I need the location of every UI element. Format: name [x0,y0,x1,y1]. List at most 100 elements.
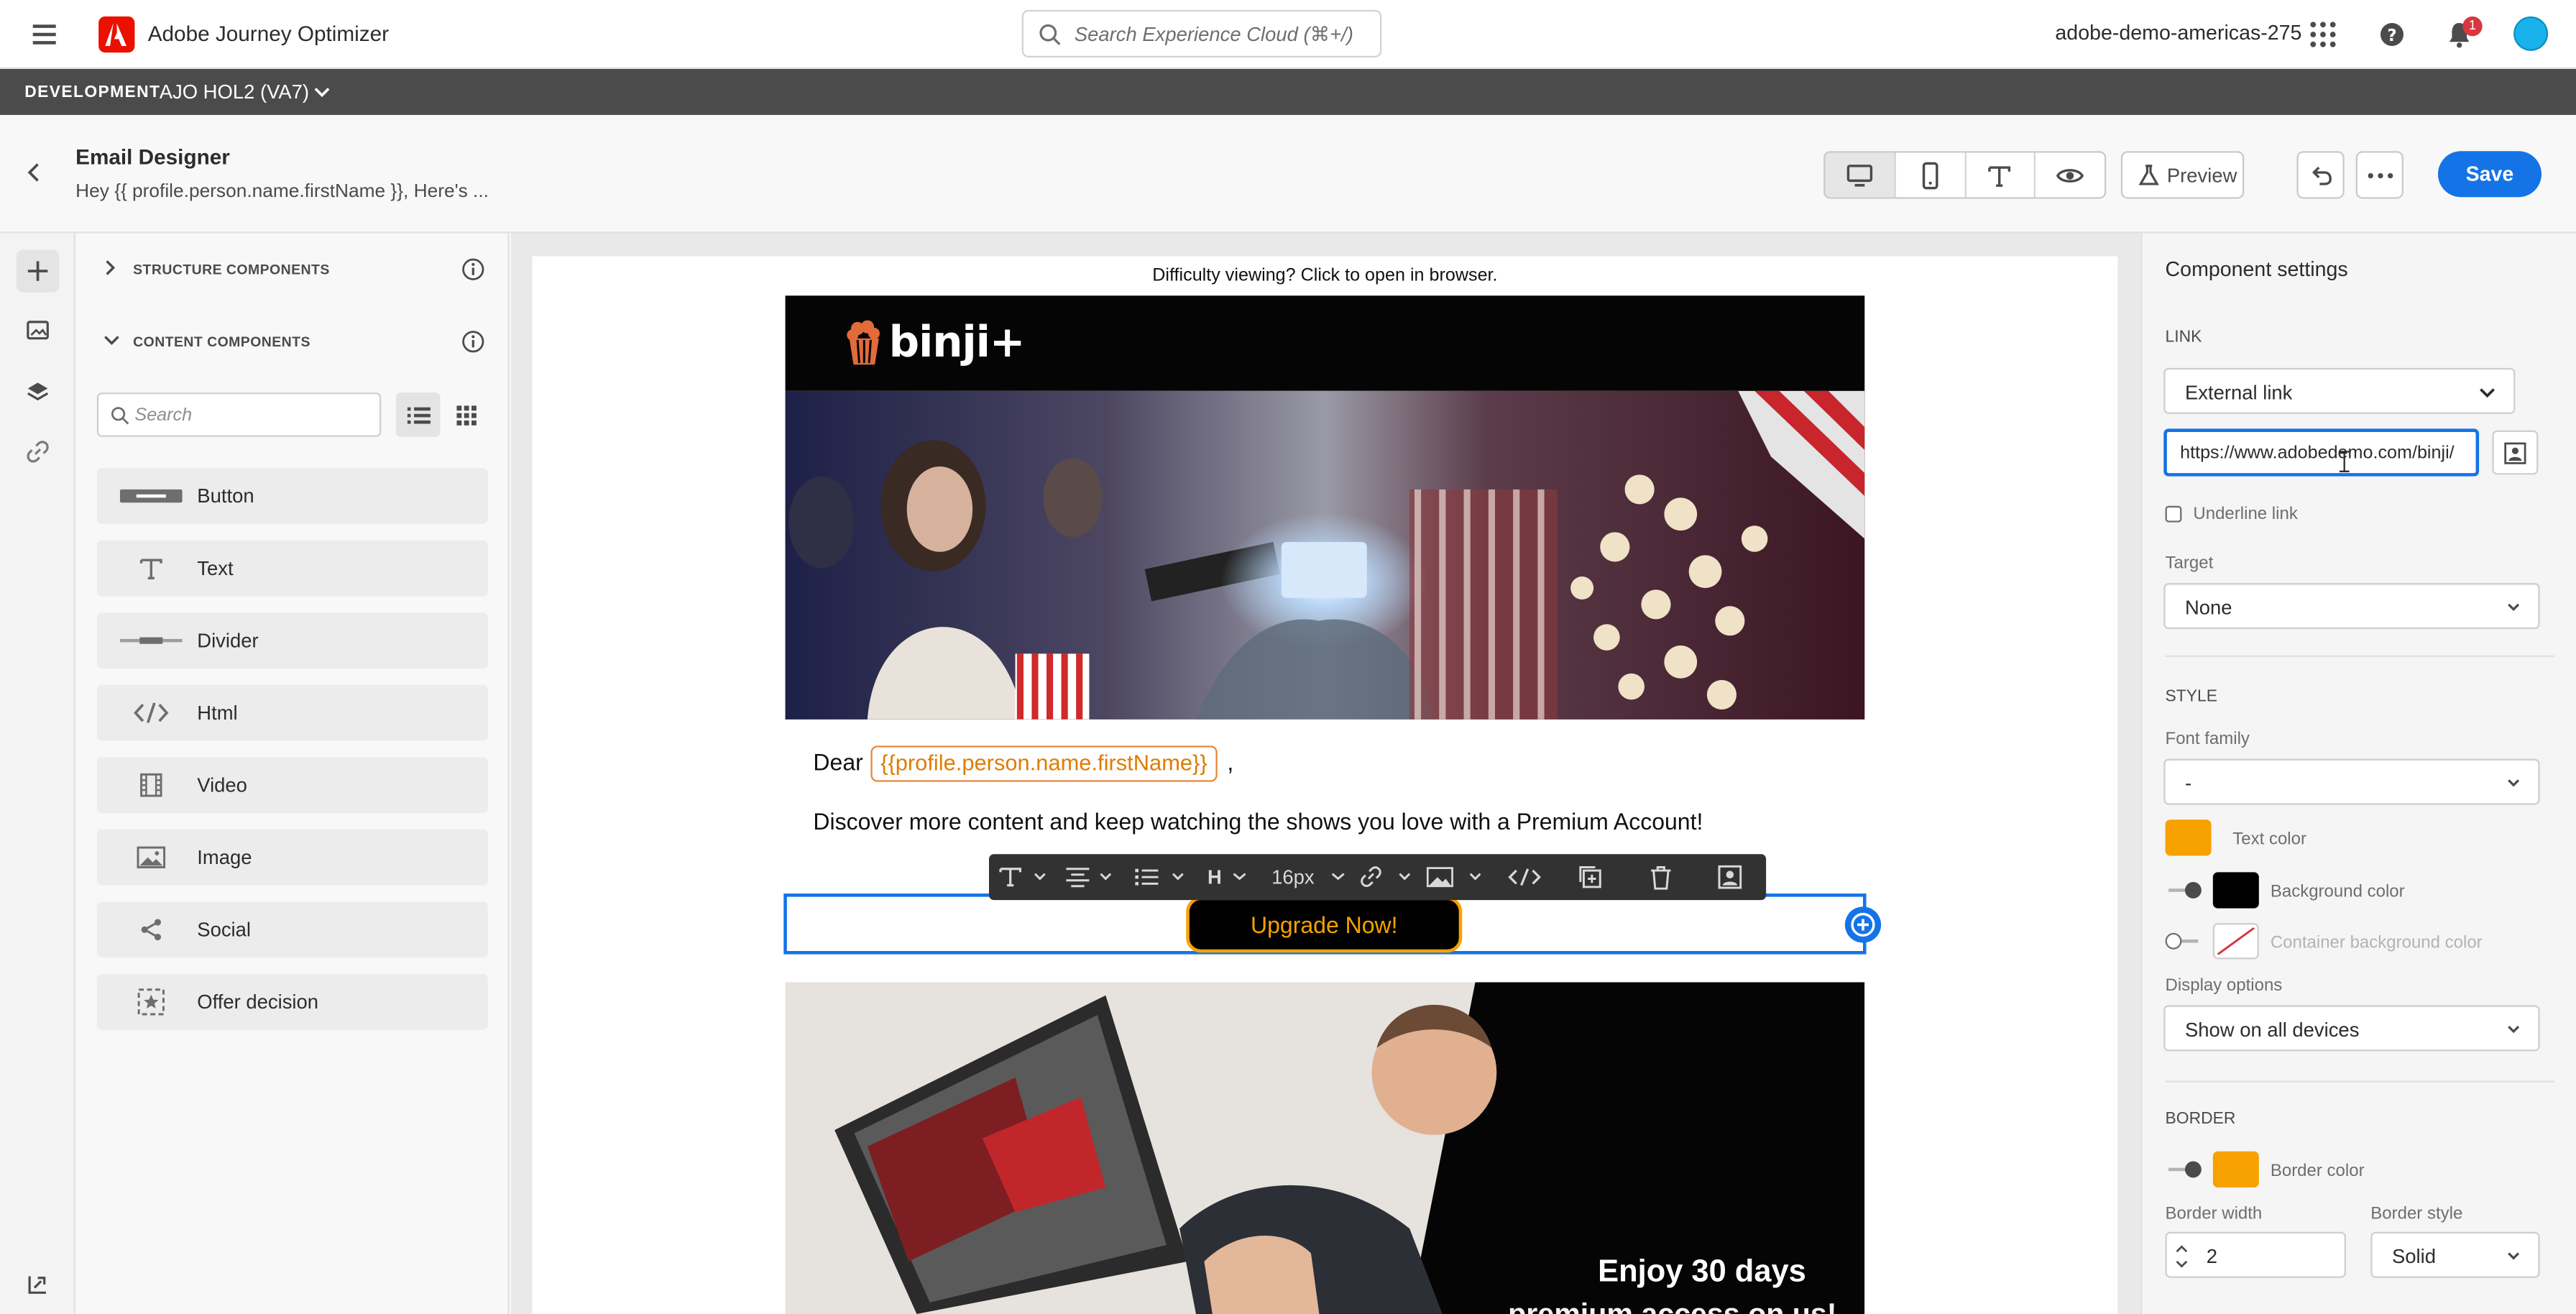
email-subject-line: Hey {{ profile.person.name.firstName }},… [75,182,489,203]
chevron-down-icon [2508,779,2520,787]
delete-trash-icon[interactable] [1648,863,1675,892]
component-video[interactable]: Video [96,757,488,814]
layers-icon [27,382,49,401]
grid-view-toggle[interactable] [443,392,488,437]
components-search-input[interactable]: Search [96,392,382,437]
border-color-toggle[interactable] [2166,1161,2202,1178]
adobe-logo-icon[interactable] [98,16,135,53]
search-icon [111,407,129,425]
personalize-icon[interactable] [1717,863,1744,892]
component-label: Offer decision [197,990,319,1014]
upgrade-now-button[interactable]: Upgrade Now! [1186,896,1463,953]
text-color-swatch[interactable] [2165,819,2212,856]
link-icon[interactable] [1358,863,1414,892]
chevron-down-icon [2508,1252,2520,1260]
source-code-icon[interactable] [1508,863,1541,892]
layers-rail-button[interactable] [17,371,59,413]
undo-button[interactable] [2296,151,2345,199]
display-options-value: Show on all devices [2184,1018,2360,1042]
component-social[interactable]: Social [96,901,488,958]
desktop-view-button[interactable] [1825,152,1896,198]
chevron-down-icon [2480,388,2495,398]
list-format-icon[interactable] [1133,863,1186,892]
font-size-dropdown[interactable]: 16px [1271,863,1351,892]
app-name[interactable]: Adobe Journey Optimizer [148,22,389,46]
add-components-rail-button[interactable] [16,249,60,293]
personalization-token[interactable]: {{profile.person.name.firstName}} [870,745,1218,782]
list-view-toggle[interactable] [395,392,441,437]
body-text[interactable]: Discover more content and keep watching … [813,808,1703,835]
link-type-value: External link [2184,381,2293,405]
border-style-dropdown[interactable]: Solid [2370,1231,2540,1278]
help-icon[interactable]: ? [2375,18,2409,51]
eye-view-button[interactable] [2036,153,2104,198]
laptop-promo-image[interactable]: Enjoy 30 days premium access on us! [785,982,1865,1314]
info-icon[interactable] [460,256,487,282]
component-button[interactable]: Button [96,468,488,524]
text-icon [1989,165,2011,186]
image-icon [133,842,169,872]
assets-rail-button[interactable] [17,309,59,352]
assets-icon [27,321,49,340]
settings-rail-button[interactable] [17,1263,59,1305]
target-dropdown[interactable]: None [2163,583,2540,630]
chevron-down-icon[interactable] [312,84,331,101]
structure-components-label: STRUCTURE COMPONENTS [133,261,330,278]
heading-dropdown[interactable]: H [1208,863,1251,892]
text-style-icon[interactable] [999,863,1049,892]
mobile-view-button[interactable] [1895,152,1966,198]
content-components-label: CONTENT COMPONENTS [133,333,310,350]
container-background-toggle[interactable] [2165,932,2202,950]
personalization-icon [2504,441,2526,464]
component-divider[interactable]: Divider [96,612,488,669]
view-in-browser-text[interactable]: Difficulty viewing? Click to open in bro… [533,266,2118,285]
align-icon[interactable] [1064,863,1114,892]
save-button[interactable]: Save [2437,151,2542,198]
component-text[interactable]: Text [96,540,488,597]
user-avatar[interactable] [2513,16,2549,51]
background-color-swatch[interactable] [2212,872,2259,909]
link-url-input[interactable]: https://www.adobedemo.com/binji/ [2163,428,2480,477]
underline-link-checkbox[interactable] [2165,505,2182,523]
back-arrow-icon[interactable] [23,161,46,184]
apps-grid-icon[interactable] [2306,18,2340,51]
page-title: Email Designer [75,144,230,170]
sandbox-environment-label: DEVELOPMENT [24,83,161,102]
insert-image-icon[interactable] [1426,863,1485,892]
border-style-value: Solid [2391,1245,2436,1269]
component-label: Image [197,845,252,869]
container-background-swatch[interactable] [2212,923,2259,960]
org-switcher[interactable]: adobe-demo-americas-275 [2055,22,2301,45]
preview-button[interactable]: Preview [2120,151,2245,199]
hero-image[interactable] [785,390,1865,720]
links-rail-button[interactable] [17,431,59,473]
display-options-label: Display options [2165,975,2283,996]
structure-components-section[interactable]: STRUCTURE COMPONENTS [75,233,509,305]
add-block-plus-icon[interactable] [1844,906,1882,943]
component-image[interactable]: Image [96,829,488,886]
global-search-input[interactable]: Search Experience Cloud (⌘+/) [1021,9,1382,58]
component-html[interactable]: Html [96,684,488,741]
greeting-dear[interactable]: Dear [813,749,862,776]
display-options-dropdown[interactable]: Show on all devices [2163,1005,2540,1052]
undo-icon [2312,166,2332,185]
email-header-banner[interactable]: binji+ [785,295,1865,391]
sandbox-switcher[interactable]: AJO HOL2 (VA7) [160,81,309,104]
border-width-stepper[interactable]: 2 [2165,1231,2346,1278]
more-actions-button[interactable] [2355,151,2404,199]
border-color-swatch[interactable] [2212,1151,2259,1188]
underline-link-label: Underline link [2193,504,2298,524]
content-components-section[interactable]: CONTENT COMPONENTS [75,305,509,378]
hamburger-menu-icon[interactable] [29,19,63,49]
designer-header: Email Designer Hey {{ profile.person.nam… [0,114,2576,234]
info-icon[interactable] [460,328,487,355]
settings-title: Component settings [2165,257,2348,281]
personalize-url-button[interactable] [2492,430,2539,475]
background-color-toggle[interactable] [2166,882,2202,899]
component-offer-decision[interactable]: Offer decision [96,974,488,1030]
text-view-button[interactable] [1966,152,2036,198]
duplicate-icon[interactable] [1577,863,1604,892]
font-family-dropdown[interactable]: - [2163,758,2540,805]
link-type-dropdown[interactable]: External link [2163,367,2516,414]
stepper-arrows-icon[interactable] [2174,1239,2190,1274]
